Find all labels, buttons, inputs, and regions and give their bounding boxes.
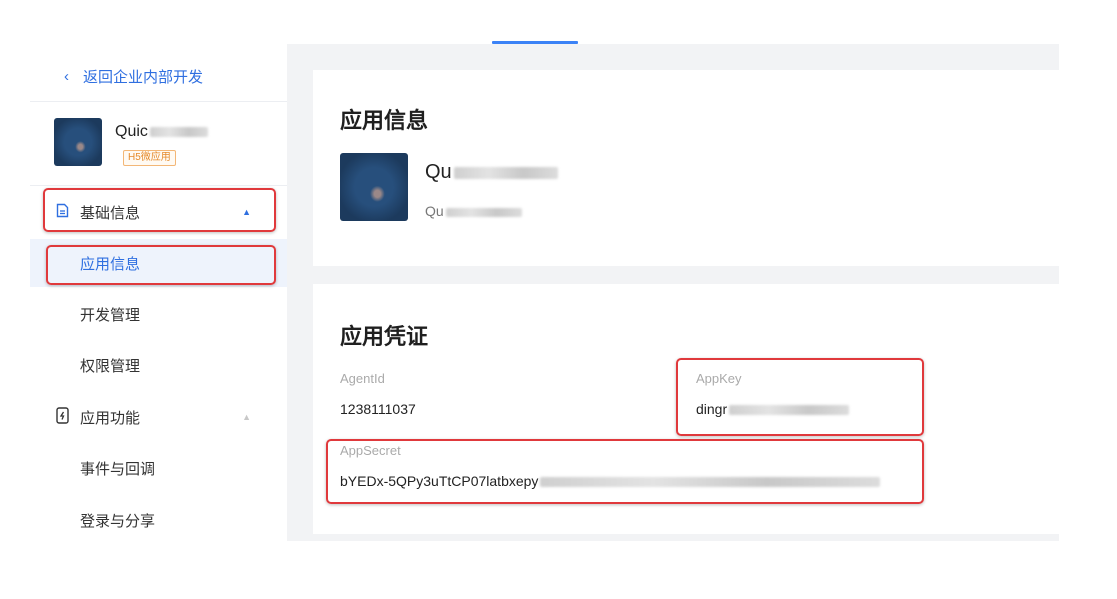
app-card: Quic H5微应用 bbox=[54, 118, 208, 166]
phone-bolt-icon bbox=[54, 406, 70, 428]
divider bbox=[30, 185, 287, 186]
app-thumbnail bbox=[54, 118, 102, 166]
highlight-box bbox=[43, 188, 276, 232]
app-description: Qu bbox=[425, 203, 444, 219]
credentials-title: 应用凭证 bbox=[340, 324, 429, 349]
highlight-box bbox=[46, 245, 276, 285]
nav-events-callbacks-label: 事件与回调 bbox=[80, 460, 156, 478]
redacted-text bbox=[453, 166, 558, 179]
caret-up-icon: ▲ bbox=[242, 412, 251, 422]
sidebar: ‹ 返回企业内部开发 Quic H5微应用 基础信息 ▲ 应用信息 开发管理 权… bbox=[30, 44, 288, 541]
agent-id-value[interactable]: 1238111037 bbox=[340, 401, 416, 417]
divider bbox=[30, 101, 287, 102]
app-desc-row: Qu bbox=[425, 203, 522, 219]
back-link[interactable]: ‹ 返回企业内部开发 bbox=[64, 66, 203, 87]
nav-login-share-label: 登录与分享 bbox=[80, 512, 156, 530]
nav-app-features-label: 应用功能 bbox=[80, 409, 141, 427]
app-name: Qu bbox=[425, 161, 452, 183]
back-link-label: 返回企业内部开发 bbox=[83, 69, 204, 86]
nav-login-share[interactable]: 登录与分享 bbox=[30, 496, 287, 544]
app-name-wrap: Quic bbox=[115, 123, 208, 141]
nav-dev-management-label: 开发管理 bbox=[80, 306, 141, 324]
app-info-card: 应用信息 Qu Qu bbox=[313, 70, 1059, 266]
nav-permission-management-label: 权限管理 bbox=[80, 357, 141, 375]
redacted-text bbox=[149, 126, 208, 137]
highlight-box bbox=[326, 439, 924, 504]
highlight-box bbox=[676, 358, 924, 436]
app-info-title: 应用信息 bbox=[340, 108, 429, 133]
agent-id-label: AgentId bbox=[340, 371, 385, 386]
app-type-tag: H5微应用 bbox=[123, 150, 176, 166]
app-name: Quic bbox=[115, 123, 148, 140]
nav-events-callbacks[interactable]: 事件与回调 bbox=[30, 444, 287, 492]
app-thumbnail bbox=[340, 153, 408, 221]
chevron-left-icon: ‹ bbox=[64, 68, 69, 85]
nav-dev-management[interactable]: 开发管理 bbox=[30, 290, 287, 338]
nav-permission-management[interactable]: 权限管理 bbox=[30, 341, 287, 389]
app-name-row: Qu bbox=[425, 161, 558, 184]
redacted-text bbox=[445, 207, 522, 217]
top-bar bbox=[0, 0, 1117, 44]
nav-app-features[interactable]: 应用功能 ▲ bbox=[30, 394, 287, 440]
